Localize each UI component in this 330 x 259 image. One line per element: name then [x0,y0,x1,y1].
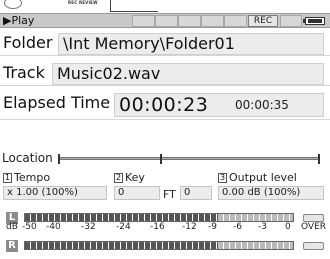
track-value: Music02.wav [52,63,324,85]
level-meters: L dB -50 -40 -32 -24 -16 -12 -9 -6 -3 0 … [0,210,330,259]
output-level-value: 0.00 dB (100%) [218,186,324,200]
banner-text: REC REVIEW [68,0,98,5]
parameters-panel: 1 Tempo x 1.00 (100%) 2 Key 0 FT 0 3 Output… [0,171,330,203]
banner-graphic [110,0,158,12]
time-display: 00:00:23 00:00:35 [114,93,324,117]
status-slot [155,15,178,27]
folder-value: \Int Memory\Folder01 [58,33,324,55]
location-marker[interactable] [160,154,163,164]
tempo-value: x 1.00 (100%) [3,186,107,200]
location-end-tick [318,154,320,164]
right-meter-inactive [217,242,293,249]
right-level-meter [24,241,294,250]
left-level-meter [24,213,294,222]
folder-label: Folder [3,33,53,52]
meter-scale: dB -50 -40 -32 -24 -16 -12 -9 -6 -3 0 OV… [6,222,326,234]
top-banner: REC REVIEW [0,0,330,13]
location-row: Location [0,150,330,168]
scale-tick: 0 [285,222,291,232]
left-meter-inactive [217,214,293,221]
scale-tick: -32 [81,222,96,232]
scale-tick: -3 [258,222,267,232]
scale-unit: dB [6,222,18,232]
ft-label: FT [163,188,176,201]
logo-icon [4,0,22,9]
ft-value: 0 [180,186,212,200]
scale-tick: -50 [22,222,37,232]
location-start-tick [58,154,60,164]
scale-tick: -9 [208,222,217,232]
total-time-value: 00:00:35 [235,98,289,112]
key-value: 0 [114,186,160,200]
status-slot [224,15,247,27]
over-label: OVER [301,222,327,232]
elapsed-time-label: Elapsed Time [3,93,111,112]
track-row[interactable]: Track Music02.wav [0,60,330,86]
battery-icon [303,17,325,25]
param-number-badge: 3 [218,173,227,183]
folder-row[interactable]: Folder \Int Memory\Folder01 [0,30,330,56]
tempo-title: 1 Tempo [3,171,51,184]
scale-tick: -6 [233,222,242,232]
location-bar[interactable] [58,154,320,164]
status-slot [178,15,201,27]
mode-label: Play [11,14,35,27]
param-number-badge: 2 [114,173,123,183]
status-slot [132,15,155,27]
status-slot [280,15,302,27]
key-title: 2 Key [114,171,145,184]
scale-tick: -16 [150,222,165,232]
status-slot [201,15,224,27]
elapsed-time-value: 00:00:23 [119,94,209,116]
param-number-badge: 1 [3,173,12,183]
rec-indicator: REC [248,15,278,27]
scale-tick: -24 [116,222,131,232]
right-channel-label: R [6,240,18,252]
track-label: Track [3,63,45,82]
scale-tick: -12 [182,222,197,232]
mode-indicator: ▶Play [3,14,34,28]
location-label: Location [2,151,53,165]
scale-tick: -40 [46,222,61,232]
left-over-indicator [303,214,324,222]
status-bar: ▶Play REC [0,13,330,28]
output-level-title: 3 Output level [218,171,297,184]
right-over-indicator [303,242,324,250]
